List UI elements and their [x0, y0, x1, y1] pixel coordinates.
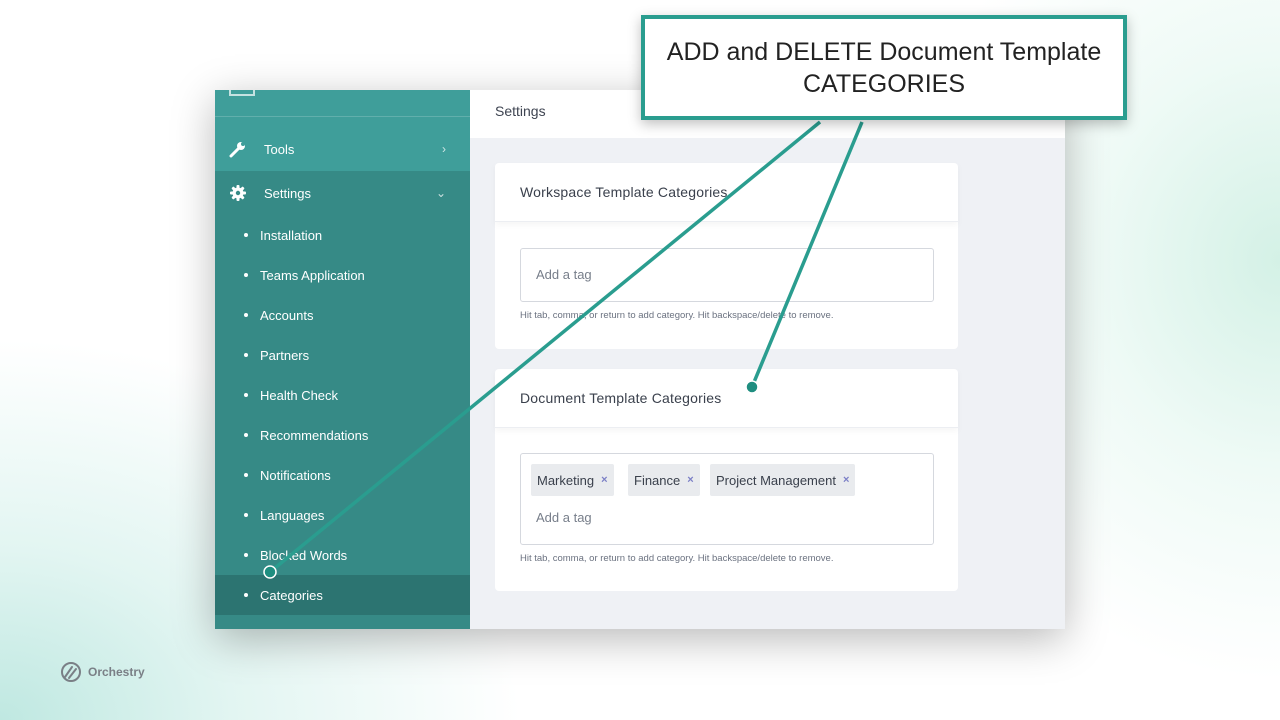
brand-name: Orchestry: [88, 665, 145, 679]
sidebar-subitem-recommendations[interactable]: Recommendations: [215, 415, 470, 455]
sidebar-subitem-accounts[interactable]: Accounts: [215, 295, 470, 335]
bullet: [244, 433, 248, 437]
sidebar-subitem-languages[interactable]: Languages: [215, 495, 470, 535]
sidebar-item-tools[interactable]: Tools ›: [215, 129, 470, 169]
sidebar-subitem-notifications[interactable]: Notifications: [215, 455, 470, 495]
orchestry-logo-icon: [61, 662, 81, 682]
tag-chip-finance: Finance ×: [628, 464, 700, 496]
tag-input-placeholder: Add a tag: [536, 510, 592, 525]
remove-tag-icon[interactable]: ×: [601, 474, 607, 486]
sidebar-subitem-label: Categories: [260, 587, 323, 603]
tag-chip-marketing: Marketing ×: [531, 464, 614, 496]
bullet: [244, 513, 248, 517]
sidebar-subitem-partners[interactable]: Partners: [215, 335, 470, 375]
card-title: Document Template Categories: [520, 390, 722, 406]
callout-line-1: ADD and DELETE Document Template: [666, 37, 1102, 66]
sidebar-item-settings[interactable]: Settings ⌄: [215, 173, 470, 213]
tag-chip-project-management: Project Management ×: [710, 464, 856, 496]
sidebar: Tools › Settings ⌄ Installation Teams Ap…: [215, 90, 470, 629]
bullet: [244, 553, 248, 557]
document-categories-card: Document Template Categories Marketing ×…: [495, 369, 958, 591]
wrench-icon: [229, 140, 247, 158]
main-content: Settings Workspace Template Categories A…: [470, 90, 1065, 629]
card-title: Workspace Template Categories: [520, 184, 728, 200]
bullet: [244, 233, 248, 237]
remove-tag-icon[interactable]: ×: [843, 474, 849, 486]
brand-logo: Orchestry: [60, 661, 145, 683]
sidebar-subitem-label: Accounts: [260, 307, 314, 323]
chevron-right-icon: ›: [442, 142, 446, 156]
sidebar-subitem-teams-application[interactable]: Teams Application: [215, 255, 470, 295]
sidebar-item-label: Tools: [264, 141, 295, 157]
card-header: Workspace Template Categories: [495, 163, 958, 222]
document-tag-input[interactable]: Marketing × Finance × Project Management…: [520, 453, 934, 545]
sidebar-subitem-categories[interactable]: Categories: [215, 575, 470, 615]
tag-label: Finance: [634, 472, 681, 488]
tag-label: Project Management: [716, 472, 836, 488]
chevron-down-icon: ⌄: [435, 186, 446, 200]
tag-label: Marketing: [537, 472, 595, 488]
gear-icon: [229, 184, 247, 202]
sidebar-subitem-label: Blocked Words: [260, 547, 348, 563]
bullet: [244, 593, 248, 597]
bullet: [244, 273, 248, 277]
app-logo-icon: [229, 90, 255, 96]
remove-tag-icon[interactable]: ×: [687, 474, 693, 486]
card-header: Document Template Categories: [495, 369, 958, 428]
sidebar-subitem-label: Teams Application: [260, 267, 365, 283]
sidebar-subitem-label: Health Check: [260, 387, 339, 403]
sidebar-subitem-label: Installation: [260, 227, 323, 243]
sidebar-subitem-health-check[interactable]: Health Check: [215, 375, 470, 415]
help-text: Hit tab, comma, or return to add categor…: [520, 310, 834, 321]
bullet: [244, 313, 248, 317]
bullet: [244, 473, 248, 477]
sidebar-header: Tools ›: [215, 90, 470, 171]
workspace-tag-input[interactable]: Add a tag: [520, 248, 934, 302]
callout-line-2: CATEGORIES: [802, 69, 966, 98]
annotation-callout: ADD and DELETE Document Template CATEGOR…: [641, 15, 1127, 120]
page-title: Settings: [495, 103, 546, 119]
tag-input-placeholder: Add a tag: [536, 267, 592, 282]
workspace-categories-card: Workspace Template Categories Add a tag …: [495, 163, 958, 349]
sidebar-divider: [215, 116, 470, 117]
sidebar-subitem-blocked-words[interactable]: Blocked Words: [215, 535, 470, 575]
bullet: [244, 353, 248, 357]
sidebar-subitem-label: Notifications: [260, 467, 331, 483]
sidebar-subitem-label: Partners: [260, 347, 310, 363]
sidebar-subitem-label: Languages: [260, 507, 325, 523]
bullet: [244, 393, 248, 397]
sidebar-item-label: Settings: [264, 185, 311, 201]
help-text: Hit tab, comma, or return to add categor…: [520, 553, 834, 564]
app-window: Tools › Settings ⌄ Installation Teams Ap…: [215, 90, 1065, 629]
sidebar-subitem-installation[interactable]: Installation: [215, 215, 470, 255]
sidebar-subitem-label: Recommendations: [260, 427, 369, 443]
